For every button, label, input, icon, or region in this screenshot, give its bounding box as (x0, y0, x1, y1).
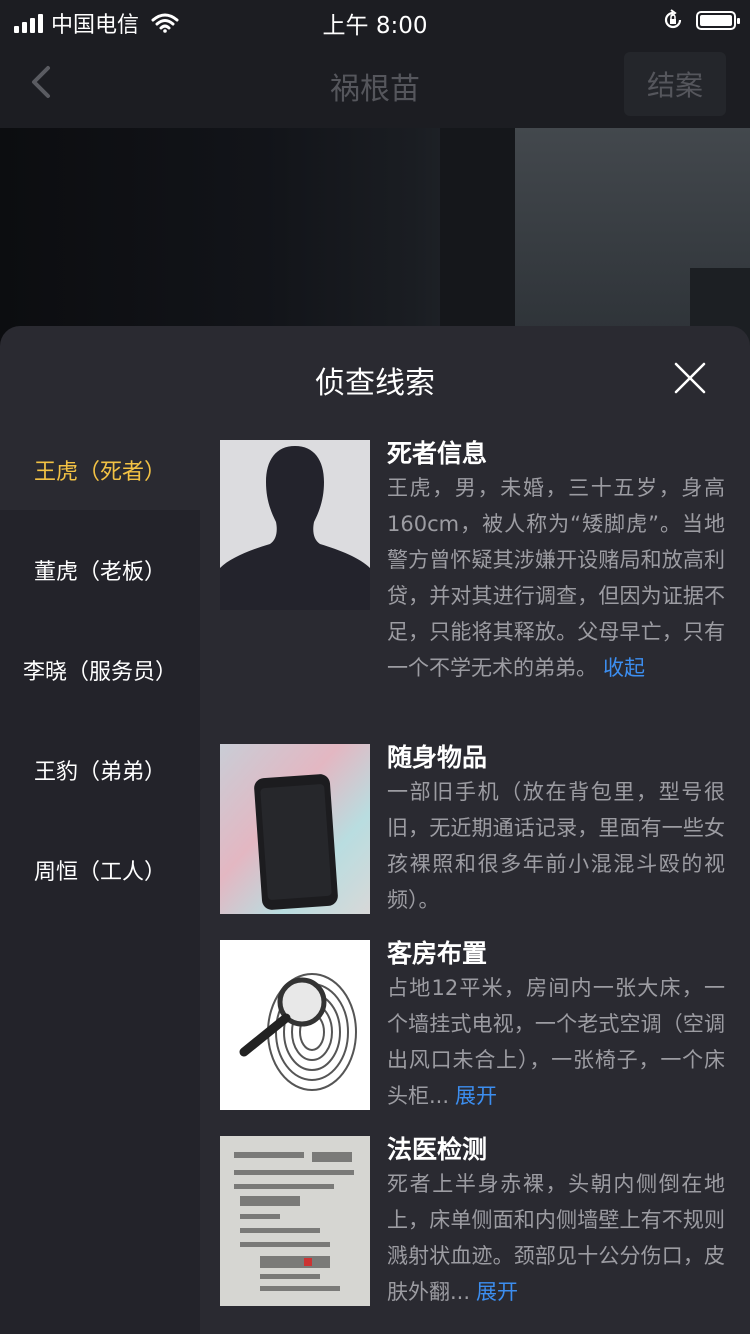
close-case-button[interactable]: 结案 (624, 52, 726, 116)
nav-bar: 祸根苗 结案 (0, 40, 750, 128)
clue-title: 死者信息 (387, 439, 488, 468)
clue-text: 一部旧手机（放在背包里，型号很旧，无近期通话记录，里面有一些女孩裸照和很多年前小… (387, 780, 725, 912)
clock: 上午 8:00 (322, 13, 428, 39)
expand-link[interactable]: 展开 (455, 1084, 497, 1108)
clues-sheet: 侦查线索 王虎（死者） 董虎（老板） 李晓（服务员） 王豹（弟弟） 周恒（工人）… (0, 326, 750, 1334)
fingerprint-magnifier-thumbnail[interactable] (220, 940, 370, 1110)
suspect-sidebar: 王虎（死者） 董虎（老板） 李晓（服务员） 王豹（弟弟） 周恒（工人） (0, 430, 200, 1334)
status-bar: 中国电信 上午 8:00 (0, 0, 750, 40)
close-icon[interactable] (674, 362, 706, 394)
orientation-lock-icon (664, 9, 682, 29)
suspect-tab[interactable]: 李晓（服务员） (0, 630, 200, 710)
clue-text: 死者上半身赤裸，头朝内侧倒在地上，床单侧面和内侧墙壁上有不规则溅射状血迹。颈部见… (387, 1172, 725, 1304)
battery-icon (696, 10, 740, 30)
silhouette-thumbnail[interactable] (220, 440, 370, 610)
clue-description: 占地12平米，房间内一张大床，一个墙挂式电视，一个老式空调（空调出风口未合上），… (387, 970, 725, 1114)
phone-thumbnail[interactable] (220, 744, 370, 914)
suspect-tab[interactable]: 王虎（死者） (0, 430, 200, 510)
clue-description: 一部旧手机（放在背包里，型号很旧，无近期通话记录，里面有一些女孩裸照和很多年前小… (387, 774, 725, 918)
sheet-title: 侦查线索 (315, 366, 435, 401)
suspect-tab[interactable]: 周恒（工人） (0, 830, 200, 910)
scene-background-image (0, 128, 750, 348)
clue-text: 王虎，男，未婚，三十五岁，身高160cm，被人称为“矮脚虎”。当地警方曾怀疑其涉… (387, 476, 725, 680)
status-right (662, 9, 740, 31)
suspect-tab[interactable]: 王豹（弟弟） (0, 730, 200, 810)
clue-description: 王虎，男，未婚，三十五岁，身高160cm，被人称为“矮脚虎”。当地警方曾怀疑其涉… (387, 470, 725, 686)
expand-link[interactable]: 展开 (476, 1280, 518, 1304)
clue-title: 法医检测 (387, 1135, 488, 1164)
clue-title: 随身物品 (387, 743, 488, 772)
clue-title: 客房布置 (387, 939, 488, 968)
suspect-tab[interactable]: 董虎（老板） (0, 530, 200, 610)
clue-description: 死者上半身赤裸，头朝内侧倒在地上，床单侧面和内侧墙壁上有不规则溅射状血迹。颈部见… (387, 1166, 725, 1310)
forensic-report-thumbnail[interactable] (220, 1136, 370, 1306)
clue-text: 占地12平米，房间内一张大床，一个墙挂式电视，一个老式空调（空调出风口未合上），… (387, 976, 725, 1108)
collapse-link[interactable]: 收起 (603, 656, 645, 680)
